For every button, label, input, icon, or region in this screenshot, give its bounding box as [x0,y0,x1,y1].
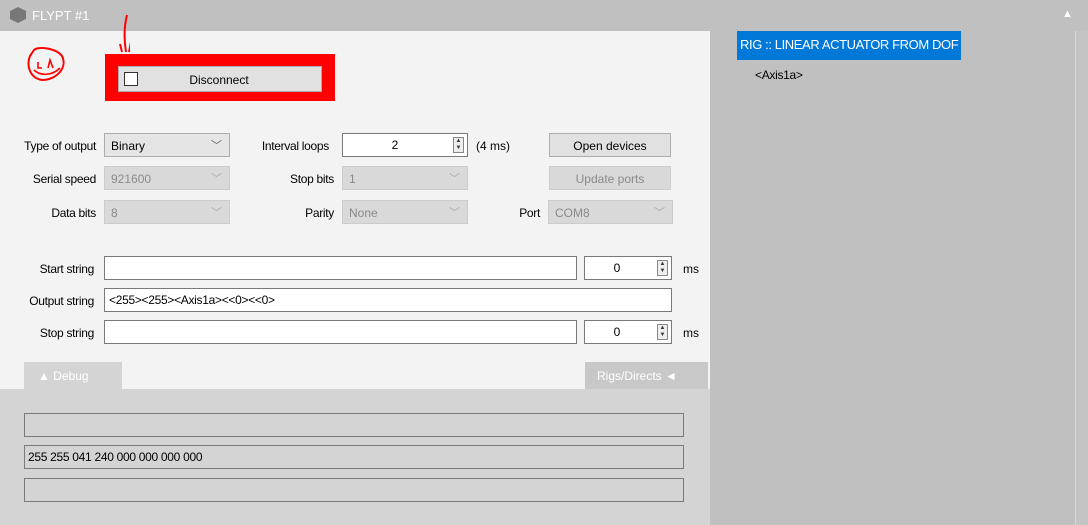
output-string-input[interactable]: <255><255><Axis1a><<0><<0> [104,288,672,312]
chevron-down-icon: ﹀ [449,173,460,185]
chevron-down-icon: ﹀ [654,207,665,219]
debug-output-line [24,413,684,437]
spin-arrows-icon[interactable]: ▲ ▼ [657,260,668,276]
serial-speed-select[interactable]: 921600 ﹀ [104,166,230,190]
type-of-output-label: Type of output [24,139,96,153]
data-bits-label: Data bits [51,206,96,220]
start-string-input[interactable] [104,256,577,280]
tab-rigs-directs[interactable]: Rigs/Directs ◄ [585,362,708,389]
scrollbar[interactable] [1075,31,1088,525]
chevron-down-icon: ﹀ [211,140,222,152]
stop-delay-value: 0 [613,325,621,339]
serial-speed-label: Serial speed [32,172,96,186]
type-of-output-value: Binary [111,139,146,153]
debug-output-line: 255 255 041 240 000 000 000 000 [24,445,684,469]
chevron-down-icon: ﹀ [449,207,460,219]
port-label: Port [519,206,540,220]
data-bits-select[interactable]: 8 ﹀ [104,200,230,224]
rig-panel [710,31,1075,525]
type-of-output-select[interactable]: Binary ﹀ [104,133,230,157]
title-bar [0,0,1088,31]
spin-arrows-icon[interactable]: ▲ ▼ [657,324,668,340]
chevron-down-icon: ﹀ [211,173,222,185]
stop-delay-stepper[interactable]: 0 ▲ ▼ [584,320,672,344]
stop-bits-value: 1 [349,172,356,186]
chevron-down-icon: ﹀ [211,207,222,219]
disconnect-label: Disconnect [189,73,249,87]
stop-bits-select[interactable]: 1 ﹀ [342,166,468,190]
data-bits-value: 8 [111,206,118,220]
interval-loops-label: Interval loops [261,139,329,153]
interval-ms-label: (4 ms) [476,139,510,153]
collapse-icon[interactable]: ▲ [1062,8,1073,20]
start-string-label: Start string [39,262,95,276]
tab-debug[interactable]: ▲ Debug [24,362,122,389]
port-value: COM8 [555,206,590,220]
debug-output-line [24,478,684,502]
stop-string-label: Stop string [39,326,94,340]
stop-delay-unit: ms [683,326,699,340]
stop-string-input[interactable] [104,320,577,344]
interval-loops-stepper[interactable]: 2 ▲ ▼ [342,133,468,157]
rig-title[interactable]: RIG :: LINEAR ACTUATOR FROM DOF [737,31,962,60]
start-delay-value: 0 [613,261,621,275]
port-select[interactable]: COM8 ﹀ [548,200,673,224]
parity-label: Parity [305,206,334,220]
disconnect-toggle[interactable]: Disconnect [118,66,322,92]
interval-loops-value: 2 [391,138,399,152]
start-delay-unit: ms [683,262,699,276]
rig-axis-item[interactable]: <Axis1a> [755,68,803,82]
stop-bits-label: Stop bits [290,172,334,186]
open-devices-button[interactable]: Open devices [549,133,671,157]
output-string-label: Output string [29,294,94,308]
update-ports-button[interactable]: Update ports [549,166,671,190]
parity-select[interactable]: None ﹀ [342,200,468,224]
parity-value: None [349,206,378,220]
serial-speed-value: 921600 [111,172,152,186]
spin-arrows-icon[interactable]: ▲ ▼ [453,137,464,153]
start-delay-stepper[interactable]: 0 ▲ ▼ [584,256,672,280]
